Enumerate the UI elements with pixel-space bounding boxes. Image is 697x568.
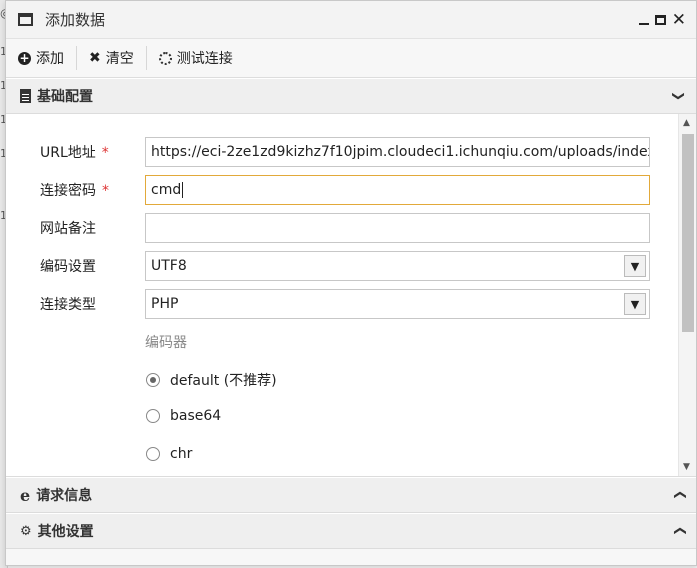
encoder-option-label: default (不推荐): [170, 373, 277, 389]
text-cursor: [182, 182, 184, 198]
required-marker: *: [101, 145, 109, 161]
e-icon: e: [20, 485, 31, 505]
radio-icon[interactable]: [146, 447, 160, 461]
encoder-option-default[interactable]: default (不推荐): [146, 370, 277, 390]
conn-type-value: PHP: [151, 296, 179, 312]
encoder-option-label: base64: [170, 408, 222, 424]
section-header-request[interactable]: e 请求信息 ❯: [6, 477, 696, 513]
scroll-down-icon[interactable]: ▼: [683, 462, 690, 472]
encoding-value: UTF8: [151, 258, 187, 274]
title-bar[interactable]: 添加数据 ✕: [6, 1, 696, 39]
note-label: 网站备注: [40, 221, 96, 237]
encoder-option-label: chr: [170, 446, 193, 462]
close-icon[interactable]: ✕: [672, 11, 686, 28]
radio-checked-icon[interactable]: [146, 373, 160, 387]
add-data-dialog: 添加数据 ✕ + 添加 ✖ 清空 测试连接 基础配置 ❯ URL地址 * http…: [5, 0, 697, 566]
url-row: URL地址 * https://eci-2ze1zd9kizhz7f10jpim.…: [6, 137, 666, 167]
section-title-basic: 基础配置: [37, 89, 93, 105]
chevron-down-icon[interactable]: ▼: [624, 255, 646, 277]
chevron-up-icon: ❯: [671, 525, 686, 537]
add-button-label: 添加: [36, 51, 64, 67]
section-header-basic[interactable]: 基础配置 ❯: [6, 78, 696, 114]
test-connection-button[interactable]: 测试连接: [147, 45, 245, 71]
password-input[interactable]: cmd: [145, 175, 650, 205]
note-row: 网站备注: [6, 213, 666, 243]
note-input[interactable]: [145, 213, 650, 243]
encoding-select[interactable]: UTF8 ▼: [145, 251, 650, 281]
maximize-icon[interactable]: [654, 14, 666, 25]
password-label: 连接密码 *: [40, 183, 109, 199]
plus-circle-icon: +: [18, 50, 31, 65]
clear-button[interactable]: ✖ 清空: [77, 45, 146, 71]
url-label: URL地址 *: [40, 145, 109, 161]
radio-icon[interactable]: [146, 409, 160, 423]
window-controls: ✕: [638, 11, 686, 28]
section-title-other: 其他设置: [37, 524, 94, 540]
encoder-option-chr[interactable]: chr: [146, 446, 192, 462]
gears-icon: ⚙: [20, 523, 32, 539]
encoder-option-base64[interactable]: base64: [146, 408, 221, 424]
clear-button-label: 清空: [105, 51, 134, 67]
chevron-up-icon: ❯: [671, 489, 686, 501]
scrollbar-thumb[interactable]: [682, 134, 694, 332]
required-marker: *: [102, 183, 109, 199]
password-row: 连接密码 * cmd: [6, 175, 666, 205]
chevron-down-icon: ❯: [671, 90, 686, 102]
minimize-icon[interactable]: [638, 22, 649, 25]
encoding-label: 编码设置: [40, 259, 96, 275]
conn-type-label: 连接类型: [40, 297, 96, 313]
test-connection-label: 测试连接: [176, 51, 233, 67]
conn-type-select[interactable]: PHP ▼: [145, 289, 650, 319]
spinner-icon: [158, 51, 172, 65]
add-button[interactable]: + 添加: [18, 45, 76, 71]
x-icon: ✖: [89, 50, 101, 66]
vertical-scrollbar[interactable]: ▲ ▼: [678, 114, 696, 476]
url-input[interactable]: https://eci-2ze1zd9kizhz7f10jpim.cloudec…: [145, 137, 650, 167]
basic-config-panel: URL地址 * https://eci-2ze1zd9kizhz7f10jpim.…: [6, 114, 696, 477]
encoding-row: 编码设置 UTF8 ▼: [6, 251, 666, 281]
dialog-title: 添加数据: [45, 11, 106, 29]
encoder-label: 编码器: [145, 335, 187, 351]
window-icon: [18, 13, 33, 26]
scroll-up-icon[interactable]: ▲: [683, 118, 690, 128]
section-title-request: 请求信息: [36, 488, 93, 504]
section-header-other[interactable]: ⚙ 其他设置 ❯: [6, 513, 696, 549]
conn-type-row: 连接类型 PHP ▼: [6, 289, 666, 319]
toolbar: + 添加 ✖ 清空 测试连接: [6, 39, 696, 78]
chevron-down-icon[interactable]: ▼: [624, 293, 646, 315]
document-icon: [20, 89, 31, 103]
